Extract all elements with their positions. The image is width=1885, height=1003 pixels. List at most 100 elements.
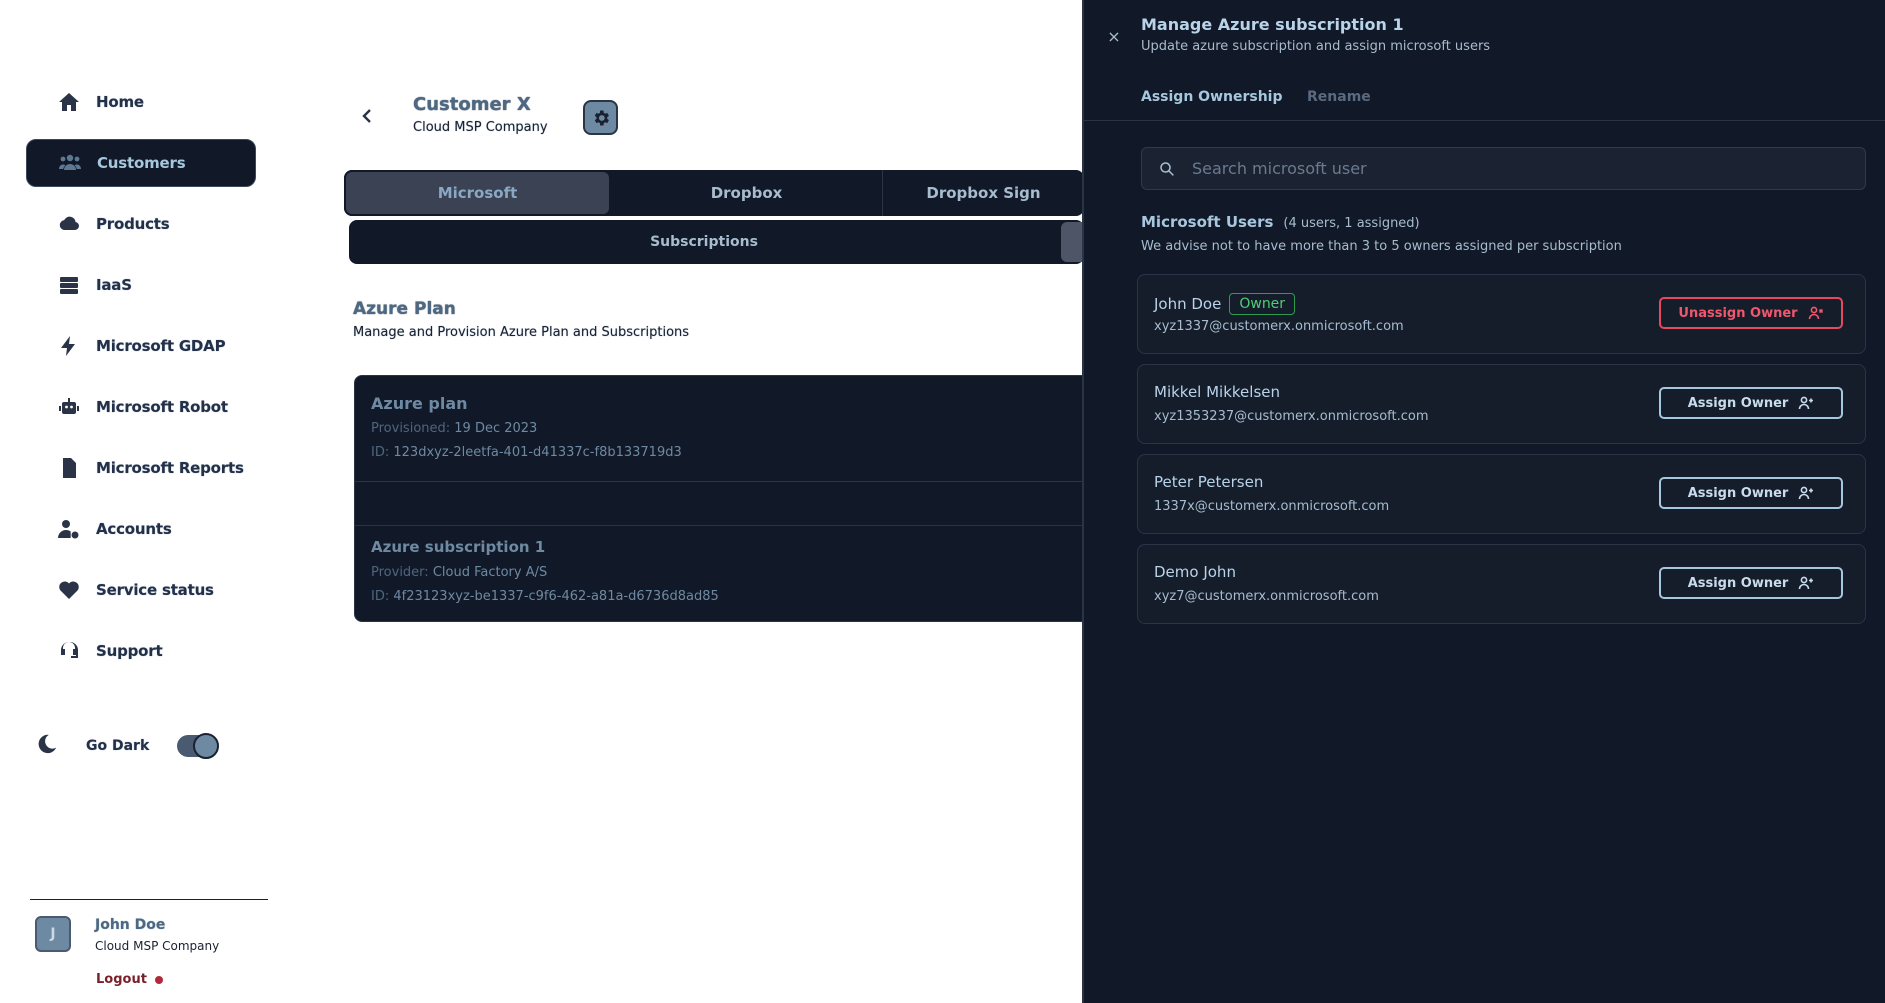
dark-mode-toggle[interactable] — [177, 733, 220, 759]
provider-label: Provider: — [371, 565, 429, 580]
sidebar-item-customers[interactable]: Customers — [26, 139, 256, 187]
drawer-title: Manage Azure subscription 1 — [1141, 15, 1404, 34]
search-box — [1141, 147, 1866, 190]
button-label: Unassign Owner — [1678, 305, 1798, 321]
user-name: Mikkel Mikkelsen — [1154, 383, 1281, 401]
chevron-left-icon — [362, 109, 371, 123]
cloud-icon — [54, 209, 84, 239]
subscription-id-value: 4f23123xyz-be1337-c9f6-462-a81a-d6736d8a… — [393, 589, 719, 604]
heart-pulse-icon — [54, 575, 84, 605]
assign-owner-button[interactable]: Assign Owner — [1659, 387, 1843, 419]
user-name: Demo John — [1154, 563, 1236, 581]
close-icon[interactable]: × — [1104, 26, 1124, 46]
assign-owner-button[interactable]: Assign Owner — [1659, 567, 1843, 599]
moon-icon — [36, 733, 58, 759]
sidebar-item-microsoft-robot[interactable]: Microsoft Robot — [26, 383, 256, 431]
user-name-row: John Doe Owner — [1154, 293, 1296, 315]
sidebar-item-iaas[interactable]: IaaS — [26, 261, 256, 309]
sidebar-item-label: Accounts — [96, 520, 172, 538]
sidebar-item-support[interactable]: Support — [26, 627, 256, 675]
manage-subscription-drawer: × Manage Azure subscription 1 Update azu… — [1082, 0, 1885, 1003]
plan-id: ID: 123dxyz-2leetfa-401-d41337c-f8b13371… — [371, 445, 682, 460]
plan-id-value: 123dxyz-2leetfa-401-d41337c-f8b133719d3 — [393, 445, 682, 460]
unassign-owner-button[interactable]: Unassign Owner — [1659, 297, 1843, 329]
sidebar-item-microsoft-gdap[interactable]: Microsoft GDAP — [26, 322, 256, 370]
gear-icon — [594, 110, 609, 125]
search-icon — [1160, 161, 1174, 176]
sidebar-item-label: Products — [96, 215, 170, 233]
home-icon — [54, 87, 84, 117]
robot-icon — [54, 392, 84, 422]
user-add-icon — [1799, 576, 1814, 590]
tab-assign-ownership[interactable]: Assign Ownership — [1141, 89, 1282, 105]
sub-tabs: Subscriptions — [349, 220, 1091, 264]
sidebar-item-accounts[interactable]: Accounts — [26, 505, 256, 553]
plan-id-label: ID: — [371, 445, 390, 460]
dark-mode-row: Go Dark — [36, 733, 220, 759]
user-company: Cloud MSP Company — [95, 939, 220, 953]
provider-value: Cloud Factory A/S — [432, 565, 548, 580]
users-header: Microsoft Users (4 users, 1 assigned) — [1141, 213, 1420, 231]
azure-plan-card[interactable]: Azure plan Provisioned: 19 Dec 2023 ID: … — [354, 375, 1094, 622]
customer-settings-button[interactable] — [583, 100, 618, 135]
tab-dropbox-sign[interactable]: Dropbox Sign — [883, 170, 1084, 216]
sidebar-item-label: Microsoft GDAP — [96, 337, 226, 355]
owner-badge: Owner — [1229, 293, 1296, 315]
subscription-id: ID: 4f23123xyz-be1337-c9f6-462-a81a-d673… — [371, 589, 719, 604]
user-name: John Doe — [95, 917, 166, 933]
divider — [1084, 120, 1885, 121]
search-input[interactable] — [1192, 159, 1832, 178]
sidebar: Home Customers Products IaaS Microsoft G… — [0, 0, 300, 1003]
plan-name: Azure plan — [371, 394, 468, 413]
plan-provisioned: Provisioned: 19 Dec 2023 — [371, 421, 537, 436]
assign-owner-button[interactable]: Assign Owner — [1659, 477, 1843, 509]
customer-name: Customer X — [413, 94, 531, 115]
tab-microsoft[interactable]: Microsoft — [344, 170, 611, 216]
button-label: Assign Owner — [1687, 485, 1789, 501]
user-email: xyz7@customerx.onmicrosoft.com — [1154, 589, 1379, 604]
sidebar-item-products[interactable]: Products — [26, 200, 256, 248]
user-name-row: Demo John — [1154, 563, 1236, 581]
user-remove-icon — [1808, 306, 1823, 320]
toggle-knob — [193, 733, 220, 759]
provisioned-value: 19 Dec 2023 — [454, 421, 538, 436]
user-add-icon — [1799, 486, 1814, 500]
user-name-row: Peter Petersen — [1154, 473, 1263, 491]
user-email: xyz1353237@customerx.onmicrosoft.com — [1154, 409, 1429, 424]
tab-dropbox[interactable]: Dropbox — [611, 170, 882, 216]
dark-mode-label: Go Dark — [86, 738, 150, 754]
users-icon — [55, 148, 85, 178]
divider — [355, 481, 1093, 482]
list-item: Demo John xyz7@customerx.onmicrosoft.com… — [1137, 544, 1866, 624]
sidebar-item-label: Home — [96, 93, 144, 111]
sidebar-item-home[interactable]: Home — [26, 78, 256, 126]
logout-button[interactable]: Logout — [96, 972, 163, 987]
sidebar-item-label: IaaS — [96, 276, 132, 294]
headset-icon — [54, 636, 84, 666]
user-email: 1337x@customerx.onmicrosoft.com — [1154, 499, 1390, 514]
sidebar-item-microsoft-reports[interactable]: Microsoft Reports — [26, 444, 256, 492]
user-gear-icon — [54, 514, 84, 544]
users-advice: We advise not to have more than 3 to 5 o… — [1141, 239, 1622, 254]
sidebar-item-label: Service status — [96, 581, 214, 599]
list-item: Peter Petersen 1337x@customerx.onmicroso… — [1137, 454, 1866, 534]
subscription-name[interactable]: Azure subscription 1 — [371, 538, 545, 556]
avatar[interactable]: J — [35, 916, 71, 952]
button-label: Assign Owner — [1687, 395, 1789, 411]
logout-icon — [154, 975, 163, 984]
sidebar-item-service-status[interactable]: Service status — [26, 566, 256, 614]
sidebar-item-label: Support — [96, 642, 163, 660]
back-button[interactable] — [358, 104, 378, 128]
tab-subscriptions[interactable]: Subscriptions — [349, 220, 1059, 264]
divider — [355, 525, 1093, 526]
sidebar-item-label: Customers — [97, 154, 186, 172]
users-title: Microsoft Users — [1141, 213, 1274, 231]
user-email: xyz1337@customerx.onmicrosoft.com — [1154, 319, 1404, 334]
server-icon — [54, 270, 84, 300]
users-count: (4 users, 1 assigned) — [1283, 216, 1420, 231]
vendor-tabs: Microsoft Dropbox Dropbox Sign — [344, 170, 1084, 216]
tab-rename[interactable]: Rename — [1307, 89, 1371, 105]
subscription-provider: Provider: Cloud Factory A/S — [371, 565, 547, 580]
drawer-subtitle: Update azure subscription and assign mic… — [1141, 39, 1491, 54]
user-name: Peter Petersen — [1154, 473, 1264, 491]
